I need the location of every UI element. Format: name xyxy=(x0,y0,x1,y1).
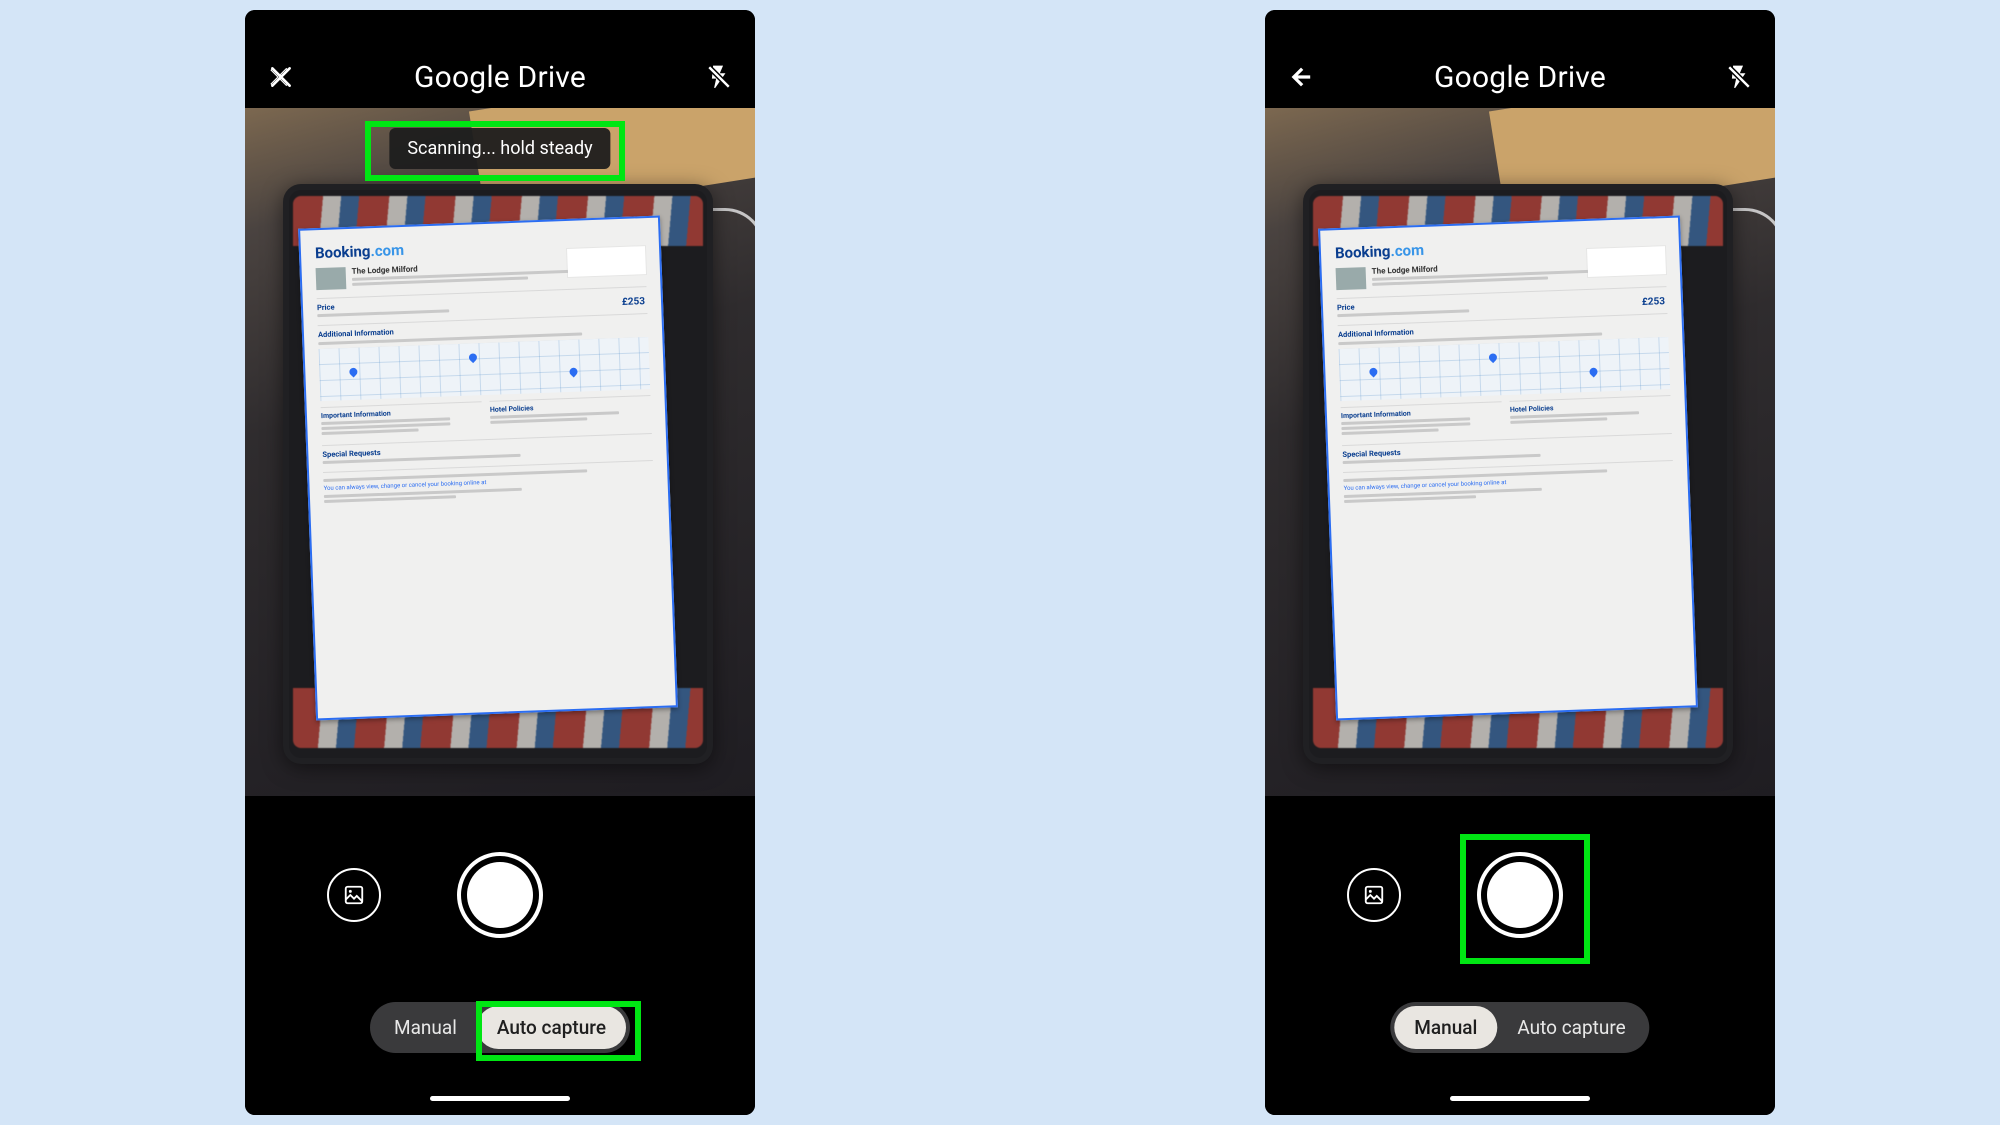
flash-toggle-button[interactable] xyxy=(1723,61,1755,93)
shutter-button[interactable] xyxy=(457,852,543,938)
manual-mode-pill[interactable]: Manual xyxy=(374,1006,477,1049)
hotel-thumb xyxy=(316,267,347,290)
section-important-title: Important Information xyxy=(1341,406,1502,420)
redaction-box xyxy=(1587,246,1666,277)
status-bar xyxy=(1265,10,1775,46)
status-bar xyxy=(245,10,755,46)
home-indicator[interactable] xyxy=(430,1096,570,1101)
gallery-button[interactable] xyxy=(1347,868,1401,922)
capture-mode-toggle: Manual Auto capture xyxy=(370,1002,630,1053)
camera-viewfinder: Booking.com The Lodge Milford Price £253 xyxy=(1265,108,1775,796)
price-value: £253 xyxy=(1642,296,1666,308)
shutter-inner xyxy=(1487,862,1553,928)
app-bar: Google Drive xyxy=(245,46,755,108)
camera-controls: Manual Auto capture xyxy=(1265,796,1775,1115)
app-bar: Google Drive xyxy=(1265,46,1775,108)
shutter-button[interactable] xyxy=(1477,852,1563,938)
close-icon xyxy=(268,64,294,90)
image-icon xyxy=(1363,884,1385,906)
scanned-document: Booking.com The Lodge Milford Price £253 xyxy=(298,216,678,721)
app-title: Google Drive xyxy=(414,60,586,95)
brand-suffix: .com xyxy=(1390,241,1424,260)
brand-suffix: .com xyxy=(370,241,404,260)
flash-off-icon xyxy=(1726,64,1752,90)
document-map xyxy=(319,337,651,401)
section-policies-title: Hotel Policies xyxy=(1510,400,1671,414)
section-price-title: Price xyxy=(317,291,647,312)
redaction-box xyxy=(567,246,646,277)
scanned-document: Booking.com The Lodge Milford Price £253 xyxy=(1318,216,1698,721)
price-value: £253 xyxy=(622,296,646,308)
app-title: Google Drive xyxy=(1434,60,1606,95)
gallery-button[interactable] xyxy=(327,868,381,922)
phone-screenshot-left: Google Drive Booking.com The Lodge Milfo… xyxy=(245,10,755,1115)
scene-background: Booking.com The Lodge Milford Price £253 xyxy=(1265,108,1775,796)
home-indicator[interactable] xyxy=(1450,1096,1590,1101)
shutter-inner xyxy=(467,862,533,928)
section-policies-title: Hotel Policies xyxy=(490,400,651,414)
document-map xyxy=(1339,337,1671,401)
manual-mode-pill[interactable]: Manual xyxy=(1394,1006,1497,1049)
flash-toggle-button[interactable] xyxy=(703,61,735,93)
camera-controls: Manual Auto capture xyxy=(245,796,755,1115)
brand-main: Booking xyxy=(315,242,371,262)
section-important-title: Important Information xyxy=(321,406,482,420)
flash-off-icon xyxy=(706,64,732,90)
capture-mode-toggle: Manual Auto capture xyxy=(1390,1002,1649,1053)
close-button[interactable] xyxy=(265,61,297,93)
auto-capture-mode-pill[interactable]: Auto capture xyxy=(477,1006,626,1049)
scanning-toast: Scanning... hold steady xyxy=(389,128,610,169)
hotel-thumb xyxy=(1336,267,1367,290)
image-icon xyxy=(343,884,365,906)
phone-screenshot-right: Google Drive Booking.com The Lodge Milfo… xyxy=(1265,10,1775,1115)
back-icon xyxy=(1288,64,1314,90)
auto-capture-mode-pill[interactable]: Auto capture xyxy=(1497,1006,1645,1049)
scene-background: Booking.com The Lodge Milford Price £253 xyxy=(245,108,755,796)
brand-main: Booking xyxy=(1335,242,1391,262)
section-price-title: Price xyxy=(1337,291,1667,312)
back-button[interactable] xyxy=(1285,61,1317,93)
camera-viewfinder: Booking.com The Lodge Milford Price £253 xyxy=(245,108,755,796)
